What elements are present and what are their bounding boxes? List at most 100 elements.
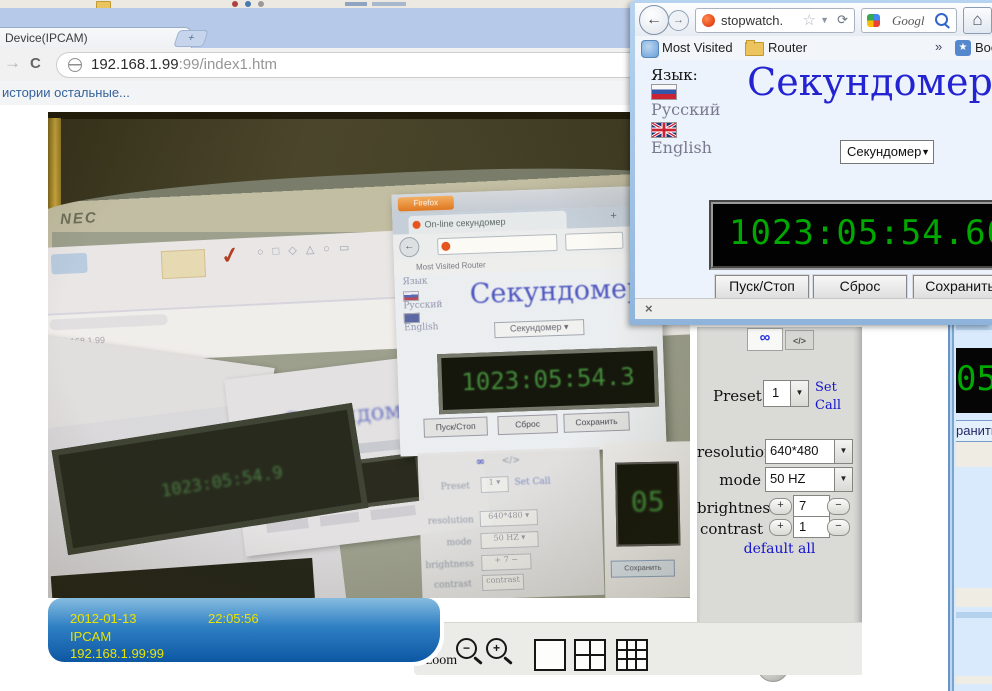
photo-search-field: [565, 232, 624, 251]
search-placeholder: Googl: [892, 13, 925, 29]
contrast-input[interactable]: 1: [793, 516, 830, 538]
reload-icon[interactable]: ⟳: [837, 12, 848, 28]
search-magnifier-icon[interactable]: [935, 13, 948, 26]
edge-window-bottom: [948, 612, 992, 691]
screen: Device(IPCAM) × + → C 192.168.1.99:99/in…: [0, 0, 992, 691]
photo-side-window: 05 Сохранить: [603, 441, 690, 598]
brightness-plus-button[interactable]: +: [769, 498, 792, 515]
mode-select-value: Секундомер: [847, 144, 921, 159]
photo-preset-select: 1 ▾: [480, 476, 509, 493]
video-link-toggle[interactable]: ∞: [747, 328, 783, 351]
url-text: 192.168.1.99:99/index1.htm: [91, 56, 277, 73]
view-nine-icon[interactable]: [616, 639, 648, 671]
router-bookmark[interactable]: Router: [768, 40, 807, 55]
start-stop-button[interactable]: Пуск/Стоп: [715, 275, 809, 298]
bookmarks-overflow-chevron[interactable]: »: [935, 39, 942, 54]
photo-preset-value: 1 ▾: [489, 477, 501, 486]
photo-browser-tab: [49, 314, 167, 331]
tab-title: Device(IPCAM): [5, 31, 88, 45]
dropdown-arrow-icon[interactable]: ▼: [790, 381, 808, 406]
edge-strip: [956, 676, 992, 684]
photo-back-icon: ←: [399, 237, 420, 258]
dropdown-arrow-icon[interactable]: ▼: [834, 440, 852, 463]
edge-windows: 05 ранить: [948, 325, 992, 691]
contrast-minus-button[interactable]: −: [827, 519, 850, 536]
edge-strip: [956, 588, 992, 607]
stopwatch-mode-select[interactable]: Секундомер ▼: [840, 140, 934, 164]
site-favicon: [702, 14, 715, 27]
russian-language-link[interactable]: Русский: [651, 100, 720, 119]
photo-favicon: [412, 221, 420, 229]
photo-mode-label: mode: [446, 537, 471, 548]
preset-value: 1: [772, 385, 779, 400]
dropdown-arrow-icon[interactable]: ▼: [834, 468, 852, 491]
osd-time: 22:05:56: [208, 611, 259, 626]
folder-icon: [745, 42, 764, 56]
icon-smudge: [372, 2, 406, 6]
code-toggle[interactable]: </>: [785, 330, 814, 350]
contrast-label: contrast: [697, 520, 763, 538]
edge-strip: [956, 442, 992, 467]
reset-button[interactable]: Сброс: [813, 275, 907, 298]
zoom-in-icon[interactable]: +: [486, 638, 507, 659]
paint-tab: [51, 253, 88, 275]
photo-code-icon: </>: [502, 456, 520, 467]
english-flag-icon[interactable]: [651, 122, 677, 138]
red-dot-icon: [232, 1, 238, 7]
most-visited-item[interactable]: Most Visited: [662, 40, 733, 55]
english-language-link[interactable]: English: [651, 138, 712, 157]
monitor-brand-label: NEC: [60, 209, 98, 228]
new-tab-button[interactable]: +: [173, 30, 209, 47]
photo-mode-select: 50 HZ ▾: [480, 531, 539, 549]
zoom-out-icon[interactable]: −: [456, 638, 477, 659]
photo-brightness-value: + 7 −: [494, 555, 518, 565]
reload-icon[interactable]: C: [30, 55, 41, 72]
forward-icon[interactable]: →: [4, 53, 21, 73]
language-label: Язык:: [651, 66, 698, 84]
findbar-close-icon[interactable]: ×: [645, 301, 653, 316]
photo-stopwatch-title: Секундомер: [457, 273, 658, 311]
tab-device-ipcam[interactable]: Device(IPCAM) ×: [0, 27, 192, 49]
mode-value: 50 HZ: [770, 471, 805, 486]
preset-call-link[interactable]: Call: [815, 398, 841, 413]
photo-side-clock: 05: [615, 461, 680, 546]
view-quad-icon[interactable]: [574, 639, 606, 671]
paint-brush-icon: ✓: [219, 241, 242, 270]
view-single-icon[interactable]: [534, 639, 566, 671]
photo-favicon: [441, 242, 450, 251]
forward-button[interactable]: →: [668, 10, 689, 31]
globe-icon: [68, 58, 82, 72]
preset-set-link[interactable]: Set: [815, 380, 837, 395]
brightness-label: brightness: [697, 499, 763, 517]
contrast-plus-button[interactable]: +: [769, 519, 792, 536]
stopwatch-clock-value: 1023:05:54.60: [713, 204, 992, 262]
russian-flag-icon[interactable]: [651, 84, 677, 100]
photo-english-link: English: [404, 322, 439, 333]
photo-stopwatch-window: Firefox On-line секундомер + ← Most Visi…: [392, 185, 667, 456]
search-field[interactable]: Googl: [861, 8, 957, 33]
edge-save-button-fragment[interactable]: ранить: [956, 420, 992, 442]
mode-select[interactable]: 50 HZ ▼: [765, 467, 853, 492]
url-field[interactable]: stopwatch. ☆ ▼ ⟳: [695, 8, 855, 33]
photo-new-tab-icon: +: [610, 210, 617, 222]
link-icon: ∞: [760, 329, 771, 346]
edge-clock-fragment: 05: [956, 348, 992, 413]
save-button[interactable]: Сохранить: [913, 275, 992, 298]
bookmark-star-icon[interactable]: ☆: [803, 11, 816, 29]
brightness-input[interactable]: 7: [793, 495, 830, 517]
brightness-minus-button[interactable]: −: [827, 498, 850, 515]
photo-url-field: [437, 234, 558, 255]
photo-set-call-links: Set Call: [514, 477, 550, 488]
firefox-findbar: ×: [635, 298, 992, 319]
bookmark-link[interactable]: истории остальные...: [0, 85, 130, 100]
resolution-select[interactable]: 640*480 ▼: [765, 439, 853, 464]
bookmarks-button[interactable]: Boo: [975, 40, 992, 55]
preset-select[interactable]: 1 ▼: [763, 380, 809, 407]
back-button[interactable]: ←: [639, 5, 669, 35]
url-dropdown-icon[interactable]: ▼: [820, 15, 829, 25]
photo-clock-text: 1023:05:54.3: [441, 351, 655, 408]
default-all-link[interactable]: default all: [697, 541, 862, 557]
zoom-label: zoom: [426, 653, 457, 669]
url-host: 192.168.1.99: [91, 56, 179, 73]
home-button[interactable]: ⌂: [963, 7, 992, 34]
